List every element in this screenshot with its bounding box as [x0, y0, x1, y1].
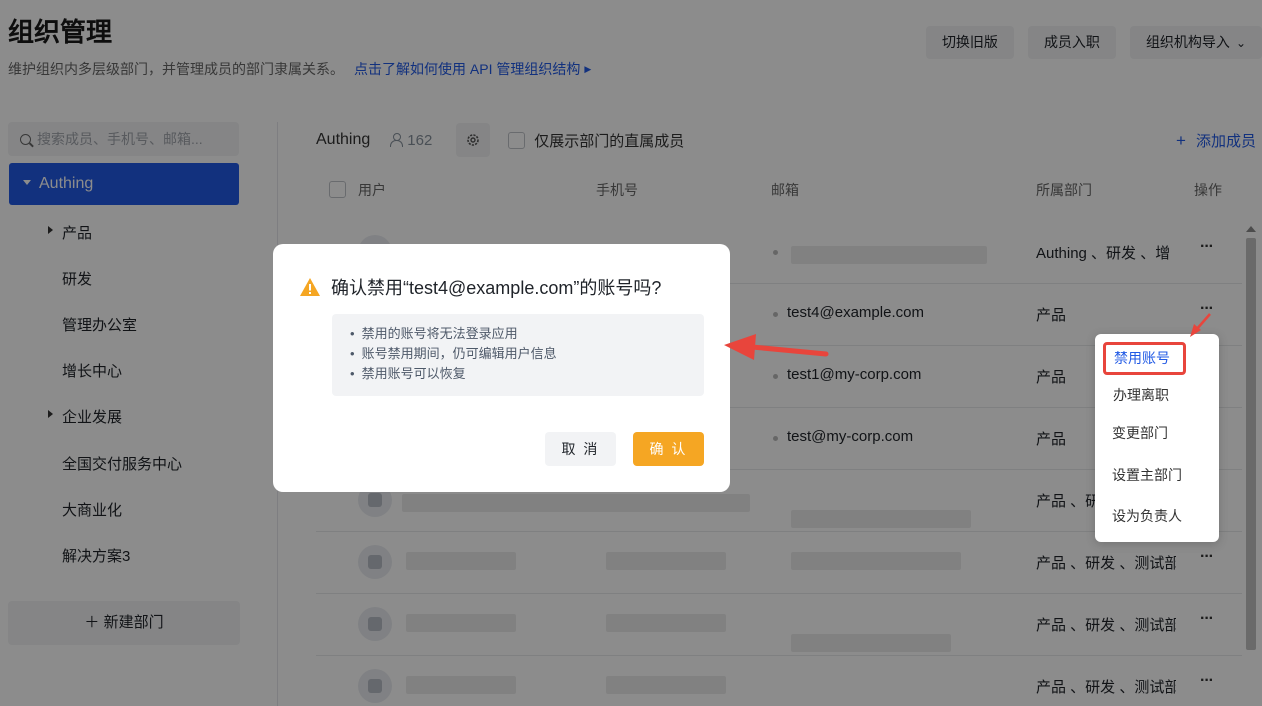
menu-item-set-leader[interactable]: 设为负责人 — [1112, 506, 1182, 526]
menu-item-set-primary-dept[interactable]: 设置主部门 — [1112, 465, 1182, 485]
dialog-title: 确认禁用“test4@example.com”的账号吗? — [299, 274, 661, 300]
dialog-note: 禁用的账号将无法登录应用 — [350, 324, 704, 344]
disable-account-dialog: 确认禁用“test4@example.com”的账号吗? 禁用的账号将无法登录应… — [273, 244, 730, 492]
confirm-button[interactable]: 确 认 — [633, 432, 704, 466]
cancel-button[interactable]: 取 消 — [545, 432, 616, 466]
row-actions-menu: 禁用账号 办理离职 变更部门 设置主部门 设为负责人 — [1095, 334, 1219, 542]
dialog-notes: 禁用的账号将无法登录应用 账号禁用期间，仍可编辑用户信息 禁用账号可以恢复 — [332, 314, 704, 396]
dialog-note: 账号禁用期间，仍可编辑用户信息 — [350, 344, 704, 364]
menu-item-disable-account[interactable]: 禁用账号 — [1103, 342, 1186, 375]
dialog-note: 禁用账号可以恢复 — [350, 364, 704, 384]
menu-item-offboard[interactable]: 办理离职 — [1113, 385, 1169, 405]
menu-item-change-dept[interactable]: 变更部门 — [1112, 423, 1168, 443]
warning-icon — [300, 278, 320, 296]
